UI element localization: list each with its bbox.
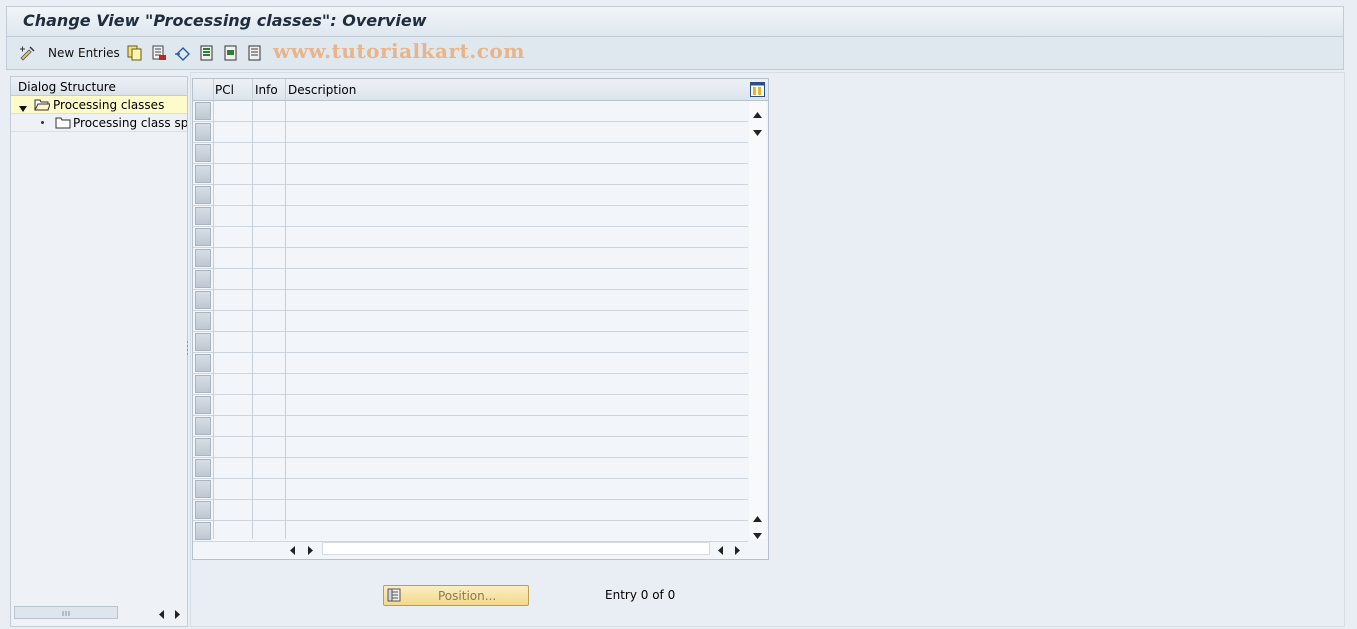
expand-triangle-icon[interactable]: [19, 101, 27, 115]
row-selector[interactable]: [195, 480, 211, 498]
table-row[interactable]: [193, 374, 748, 395]
tree-item-label: Processing class spec: [73, 116, 187, 130]
position-icon: [387, 588, 402, 606]
table-row[interactable]: [193, 353, 748, 374]
tree-horizontal-scrollbar[interactable]: [14, 606, 184, 620]
table-settings-icon[interactable]: [750, 82, 765, 100]
undo-change-icon[interactable]: [174, 45, 192, 61]
table-row[interactable]: [193, 101, 748, 122]
scroll-page-down-icon[interactable]: [753, 528, 762, 542]
row-selector[interactable]: [195, 333, 211, 351]
table-row[interactable]: [193, 437, 748, 458]
watermark-text: www.tutorialkart.com: [273, 39, 525, 63]
scroll-page-up-icon[interactable]: [753, 511, 762, 525]
table-row[interactable]: [193, 143, 748, 164]
bullet-icon: [41, 121, 44, 124]
folder-icon: [55, 116, 71, 132]
table-row[interactable]: [193, 227, 748, 248]
row-selector[interactable]: [195, 102, 211, 120]
dialog-structure-panel: Dialog Structure Processing classes Proc…: [10, 76, 188, 627]
processing-classes-table: PCl Info Description: [192, 78, 769, 560]
row-selector[interactable]: [195, 291, 211, 309]
position-button-label: Position...: [438, 589, 497, 603]
scroll-right-icon[interactable]: [308, 544, 314, 558]
table-row[interactable]: [193, 521, 748, 542]
tree-item-processing-classes[interactable]: Processing classes: [11, 96, 187, 114]
row-selector[interactable]: [195, 144, 211, 162]
column-divider: [252, 79, 253, 539]
scroll-down-icon[interactable]: [753, 125, 762, 139]
table-row[interactable]: [193, 185, 748, 206]
table-row[interactable]: [193, 458, 748, 479]
table-row[interactable]: [193, 269, 748, 290]
application-toolbar: New Entries www.tutorialkart.com: [6, 37, 1344, 70]
table-row[interactable]: [193, 206, 748, 227]
column-header-pcl[interactable]: PCl: [215, 83, 234, 97]
tree-item-processing-class-spec[interactable]: Processing class spec: [11, 114, 187, 132]
table-row[interactable]: [193, 500, 748, 521]
scroll-right-icon[interactable]: [175, 608, 181, 622]
row-selector[interactable]: [195, 459, 211, 477]
table-row[interactable]: [193, 122, 748, 143]
position-button[interactable]: Position...: [383, 585, 529, 606]
table-row[interactable]: [193, 332, 748, 353]
column-header-description[interactable]: Description: [288, 83, 356, 97]
display-change-icon[interactable]: [19, 45, 37, 61]
row-selector[interactable]: [195, 375, 211, 393]
scrollbar-track[interactable]: [322, 542, 710, 555]
table-row[interactable]: [193, 479, 748, 500]
row-selector[interactable]: [195, 354, 211, 372]
row-selector[interactable]: [195, 501, 211, 519]
entry-counter: Entry 0 of 0: [605, 588, 676, 602]
table-header: PCl Info Description: [193, 79, 768, 101]
scroll-left-icon[interactable]: [718, 544, 724, 558]
table-row[interactable]: [193, 164, 748, 185]
table-row[interactable]: [193, 416, 748, 437]
scroll-left-icon[interactable]: [290, 544, 296, 558]
row-selector[interactable]: [195, 123, 211, 141]
scroll-up-icon[interactable]: [753, 107, 762, 121]
row-selector[interactable]: [195, 228, 211, 246]
table-row[interactable]: [193, 311, 748, 332]
title-bar: Change View "Processing classes": Overvi…: [6, 6, 1344, 37]
column-divider: [285, 79, 286, 539]
copy-as-icon[interactable]: [127, 45, 143, 61]
dialog-structure-title: Dialog Structure: [18, 80, 116, 94]
deselect-all-icon[interactable]: [247, 45, 263, 61]
column-header-info[interactable]: Info: [255, 83, 278, 97]
delete-icon[interactable]: [151, 45, 167, 61]
select-all-icon[interactable]: [199, 45, 215, 61]
table-row[interactable]: [193, 395, 748, 416]
table-horizontal-scrollbar[interactable]: [288, 542, 748, 556]
row-selector[interactable]: [195, 270, 211, 288]
row-selector[interactable]: [195, 396, 211, 414]
row-selector[interactable]: [195, 312, 211, 330]
column-divider: [213, 79, 214, 539]
panel-splitter-handle[interactable]: [186, 340, 189, 356]
open-folder-icon: [34, 98, 51, 114]
table-vertical-scrollbar[interactable]: [749, 101, 766, 539]
table-row[interactable]: [193, 248, 748, 269]
row-selector[interactable]: [195, 438, 211, 456]
table-row[interactable]: [193, 290, 748, 311]
tree-item-label: Processing classes: [53, 98, 165, 112]
row-selector[interactable]: [195, 249, 211, 267]
dialog-structure-header: Dialog Structure: [11, 77, 187, 96]
scrollbar-thumb[interactable]: [14, 606, 118, 619]
scroll-right-icon[interactable]: [735, 544, 741, 558]
row-selector[interactable]: [195, 417, 211, 435]
row-selector[interactable]: [195, 522, 211, 540]
row-selector[interactable]: [195, 207, 211, 225]
page-title: Change View "Processing classes": Overvi…: [23, 11, 427, 30]
new-entries-button[interactable]: New Entries: [48, 46, 120, 60]
select-block-icon[interactable]: [223, 45, 239, 61]
row-selector[interactable]: [195, 186, 211, 204]
scroll-left-icon[interactable]: [159, 608, 165, 622]
row-selector[interactable]: [195, 165, 211, 183]
